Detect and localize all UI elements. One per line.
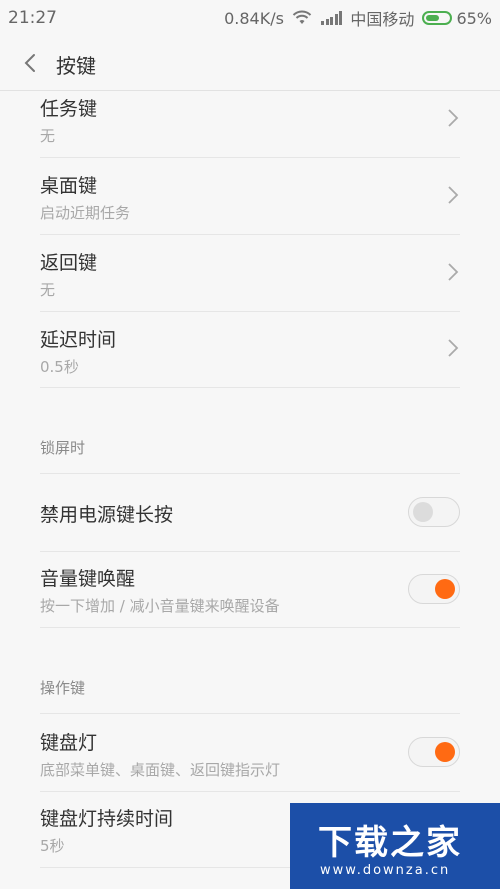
- setting-label: 禁用电源键长按: [40, 504, 174, 526]
- battery-percent: 65%: [456, 8, 492, 28]
- setting-label: 键盘灯持续时间: [40, 808, 174, 830]
- section-header-lock-screen: 锁屏时: [40, 439, 86, 457]
- wifi-icon: [292, 10, 312, 24]
- setting-row-disable-power-long-press[interactable]: 禁用电源键长按: [40, 473, 460, 552]
- toggle-knob: [435, 579, 455, 599]
- section-header-operation-keys: 操作键: [40, 679, 86, 697]
- watermark-title: 下载之家: [318, 823, 462, 863]
- setting-value: 5秒: [40, 837, 65, 855]
- setting-label: 桌面键: [40, 175, 98, 197]
- watermark-url: www.downza.cn: [320, 863, 451, 878]
- toggle-switch[interactable]: [408, 497, 460, 527]
- status-indicators: 0.84K/s 中国移动 65%: [216, 8, 492, 30]
- setting-value: 无: [40, 281, 56, 299]
- setting-label: 返回键: [40, 252, 98, 274]
- setting-label: 任务键: [40, 98, 98, 120]
- toggle-switch[interactable]: [408, 574, 460, 604]
- chevron-right-icon: [448, 263, 459, 281]
- setting-description: 底部菜单键、桌面键、返回键指示灯: [40, 761, 281, 779]
- carrier-name: 中国移动: [350, 10, 415, 29]
- signal-icon: [320, 11, 343, 25]
- setting-label: 键盘灯: [40, 732, 98, 754]
- setting-row-back-key[interactable]: 返回键 无: [40, 234, 460, 312]
- chevron-right-icon: [448, 186, 459, 204]
- setting-description: 按一下增加 / 减小音量键来唤醒设备: [40, 597, 280, 615]
- setting-value: 启动近期任务: [40, 204, 131, 222]
- status-bar: 21:27 0.84K/s 中国移动 65%: [0, 0, 500, 36]
- setting-row-volume-wake[interactable]: 音量键唤醒 按一下增加 / 减小音量键来唤醒设备: [40, 550, 460, 628]
- toggle-knob: [413, 502, 433, 522]
- setting-value: 无: [40, 127, 56, 145]
- network-speed: 0.84K/s: [224, 8, 284, 28]
- chevron-right-icon: [448, 109, 459, 127]
- back-arrow-icon[interactable]: [18, 50, 44, 76]
- setting-row-keyboard-light[interactable]: 键盘灯 底部菜单键、桌面键、返回键指示灯: [40, 713, 460, 792]
- setting-value: 0.5秒: [40, 358, 79, 376]
- header: 按键: [0, 36, 500, 91]
- status-time: 21:27: [8, 8, 57, 28]
- setting-label: 音量键唤醒: [40, 568, 136, 590]
- battery-icon: [422, 11, 453, 25]
- setting-label: 延迟时间: [40, 329, 117, 351]
- setting-row-delay-time[interactable]: 延迟时间 0.5秒: [40, 311, 460, 388]
- chevron-right-icon: [448, 339, 459, 357]
- page-title: 按键: [56, 54, 96, 78]
- watermark-logo: 下载之家 www.downza.cn: [290, 803, 500, 889]
- setting-row-home-key[interactable]: 桌面键 启动近期任务: [40, 157, 460, 235]
- toggle-switch[interactable]: [408, 737, 460, 767]
- setting-row-task-key[interactable]: 任务键 无: [40, 91, 460, 158]
- toggle-knob: [435, 742, 455, 762]
